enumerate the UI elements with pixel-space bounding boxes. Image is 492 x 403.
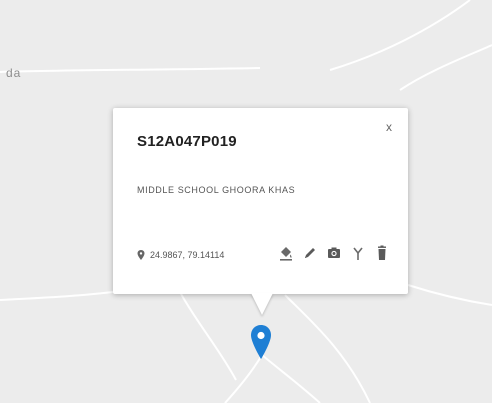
antenna-icon[interactable]	[351, 245, 365, 261]
coordinates-text: 24.9867, 79.14114	[150, 250, 225, 260]
popup-pointer	[251, 293, 273, 315]
coordinates-row: 24.9867, 79.14114	[137, 250, 224, 260]
map-canvas[interactable]: da x S12A047P019 MIDDLE SCHOOL GHOORA KH…	[0, 0, 492, 403]
fill-color-icon[interactable]	[279, 245, 293, 261]
map-marker-icon[interactable]	[250, 325, 272, 359]
location-pin-icon	[137, 250, 145, 260]
popup-subtitle: MIDDLE SCHOOL GHOORA KHAS	[137, 185, 296, 195]
popup-actions	[279, 245, 389, 261]
camera-icon[interactable]	[327, 245, 341, 261]
delete-trash-icon[interactable]	[375, 245, 389, 261]
map-place-label: da	[6, 66, 22, 80]
close-button[interactable]: x	[382, 120, 396, 134]
edit-pencil-icon[interactable]	[303, 245, 317, 261]
popup-title: S12A047P019	[137, 133, 237, 150]
location-info-popup: x S12A047P019 MIDDLE SCHOOL GHOORA KHAS …	[113, 108, 408, 294]
